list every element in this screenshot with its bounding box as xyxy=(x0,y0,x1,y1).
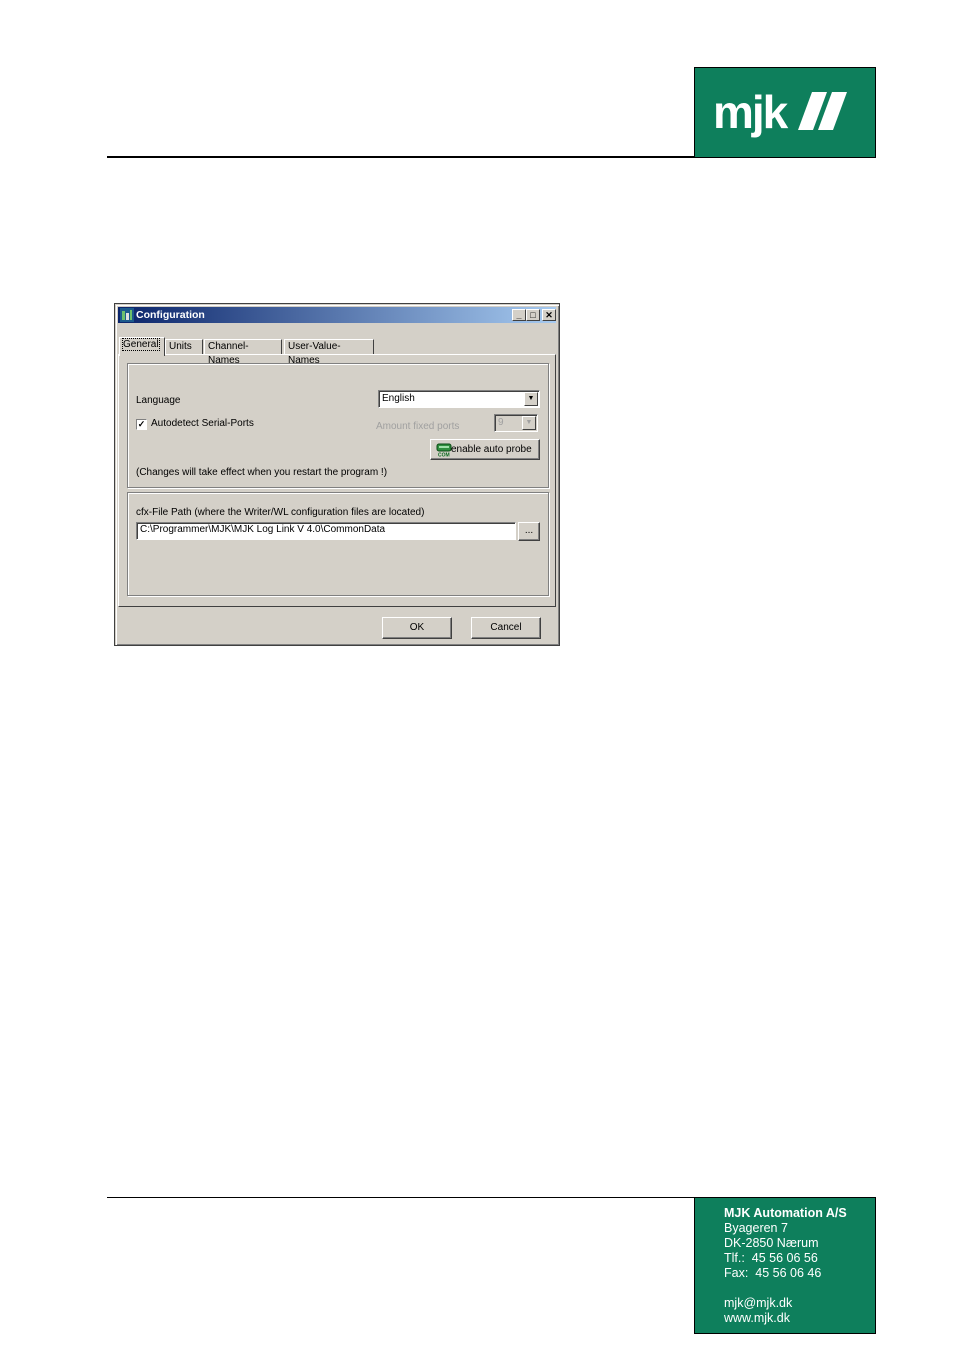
com-port-icon: COM xyxy=(436,443,452,457)
maximize-button[interactable]: □ xyxy=(526,309,540,321)
chevron-down-icon: ▼ xyxy=(522,416,536,430)
company-name: MJK Automation A/S xyxy=(724,1206,847,1220)
tab-units-label: Units xyxy=(169,341,192,352)
fax-number: Fax: 45 56 06 46 xyxy=(724,1266,822,1280)
cfx-path-input[interactable]: C:\Programmer\MJK\MJK Log Link V 4.0\Com… xyxy=(136,522,516,540)
autodetect-label: Autodetect Serial-Ports xyxy=(151,418,254,429)
close-button[interactable]: ✕ xyxy=(542,309,556,321)
footer-rule xyxy=(107,1197,695,1198)
svg-text:mjk: mjk xyxy=(713,86,789,138)
cfx-path-label: cfx-File Path (where the Writer/WL confi… xyxy=(136,507,425,518)
dialog-title: Configuration xyxy=(136,309,205,321)
tab-general-label: General xyxy=(122,338,160,351)
phone-number: Tlf.: 45 56 06 56 xyxy=(724,1251,818,1265)
configuration-dialog: Configuration _ □ ✕ General Units Channe… xyxy=(114,303,560,646)
email-link[interactable]: mjk@mjk.dk xyxy=(724,1296,875,1311)
minimize-button[interactable]: _ xyxy=(512,309,526,321)
language-value: English xyxy=(382,393,415,404)
language-select[interactable]: English ▼ xyxy=(378,390,540,408)
ok-button[interactable]: OK xyxy=(382,617,452,639)
enable-auto-probe-label: enable auto probe xyxy=(451,444,532,455)
language-label: Language xyxy=(136,395,181,406)
city-address: DK-2850 Nærum xyxy=(724,1236,819,1250)
tab-general[interactable]: General xyxy=(119,337,165,356)
cancel-button[interactable]: Cancel xyxy=(471,617,541,639)
website-link[interactable]: www.mjk.dk xyxy=(724,1311,875,1326)
svg-text:COM: COM xyxy=(438,453,450,458)
app-icon xyxy=(120,308,134,322)
title-bar[interactable]: Configuration _ □ ✕ xyxy=(118,307,556,323)
amount-fixed-ports-select[interactable]: 9 ▼ xyxy=(494,414,538,432)
general-settings-group: Language English ▼ ✓ Autodetect Serial-P… xyxy=(127,363,549,488)
address-box: MJK Automation A/S Byageren 7 DK-2850 Næ… xyxy=(694,1197,876,1334)
amount-fixed-ports-value: 9 xyxy=(498,417,504,428)
enable-auto-probe-button[interactable]: COM enable auto probe xyxy=(430,439,540,460)
mjk-logo: mjk xyxy=(694,67,876,158)
amount-fixed-ports-label: Amount fixed ports xyxy=(376,421,460,432)
cfx-path-group: cfx-File Path (where the Writer/WL confi… xyxy=(127,492,549,596)
autodetect-checkbox[interactable]: ✓ xyxy=(136,419,147,430)
restart-note: (Changes will take effect when you resta… xyxy=(136,467,388,478)
tab-units[interactable]: Units xyxy=(165,339,203,355)
header-rule xyxy=(107,156,695,158)
tab-channel-names[interactable]: Channel-Names xyxy=(204,339,282,366)
chevron-down-icon[interactable]: ▼ xyxy=(524,392,538,406)
browse-button[interactable]: ... xyxy=(518,522,540,541)
general-tab-panel: Language English ▼ ✓ Autodetect Serial-P… xyxy=(118,354,556,607)
tab-user-value-names[interactable]: User-Value-Names xyxy=(284,339,374,366)
mjk-logo-mark: mjk xyxy=(713,86,847,138)
street-address: Byageren 7 xyxy=(724,1221,788,1235)
